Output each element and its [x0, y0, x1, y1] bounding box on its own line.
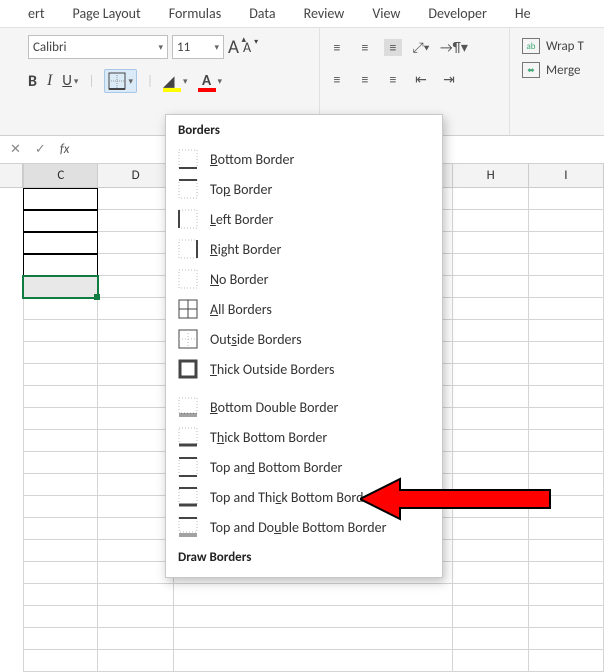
align-middle-icon[interactable]: ≡ [356, 39, 374, 56]
bottom-border-icon [178, 149, 198, 169]
menu-top-and-double-bottom-border[interactable]: Top and Double Bottom Border [166, 512, 442, 542]
chevron-down-icon: ▾ [218, 76, 223, 87]
increase-font-icon[interactable]: A▴ [228, 36, 239, 59]
chevron-down-icon: ▾ [214, 42, 219, 53]
merge-icon: ⬌ [522, 62, 540, 78]
font-size-select[interactable]: 11 ▾ [172, 35, 224, 59]
cancel-icon[interactable]: ✕ [10, 142, 21, 157]
borders-dropdown: Borders Bottom Border Top Border Left Bo… [165, 114, 443, 578]
thick-bottom-border-icon [178, 427, 198, 447]
decrease-font-icon[interactable]: A▾ [243, 39, 251, 56]
bold-button[interactable]: B [28, 72, 37, 91]
borders-icon [108, 72, 126, 90]
menu-top-and-bottom-border[interactable]: Top and Bottom Border [166, 452, 442, 482]
show-formatting-icon[interactable]: →¶▾ [440, 39, 458, 56]
draw-borders-section-title: Draw Borders [166, 542, 442, 571]
font-size-value: 11 [177, 40, 190, 55]
wrap-merge-group: ab Wrap T ⬌ Merge [510, 28, 592, 135]
col-header-D[interactable]: D [98, 164, 173, 187]
fill-color-icon: ◢ [163, 72, 181, 90]
align-top-icon[interactable]: ≡ [328, 39, 346, 56]
borders-section-title: Borders [166, 115, 442, 144]
wrap-text-button[interactable]: ab Wrap T [522, 38, 584, 54]
top-thick-bottom-border-icon [178, 487, 198, 507]
menu-bottom-border[interactable]: Bottom Border [166, 144, 442, 174]
chevron-down-icon: ▾ [74, 76, 79, 87]
align-right-icon[interactable]: ≡ [384, 71, 402, 88]
tab-review[interactable]: Review [304, 5, 345, 22]
underline-button[interactable]: U ▾ [62, 72, 78, 90]
col-header-C[interactable]: C [23, 164, 98, 187]
no-border-icon [178, 269, 198, 289]
menu-all-borders[interactable]: All Borders [166, 294, 442, 324]
align-bottom-icon[interactable]: ≡ [384, 39, 402, 56]
font-color-button[interactable]: A ▾ [198, 72, 223, 90]
col-header-I[interactable]: I [529, 164, 604, 187]
fx-icon[interactable]: fx [60, 142, 70, 157]
tab-view[interactable]: View [372, 5, 400, 22]
increase-indent-icon[interactable]: ⇥ [440, 71, 458, 88]
tab-data[interactable]: Data [249, 5, 275, 22]
font-name-value: Calibri [33, 40, 66, 55]
chevron-down-icon: ▾ [158, 42, 163, 53]
right-border-icon [178, 239, 198, 259]
menu-top-and-thick-bottom-border[interactable]: Top and Thick Bottom Border [166, 482, 442, 512]
menu-no-border[interactable]: No Border [166, 264, 442, 294]
all-borders-icon [178, 299, 198, 319]
thick-outside-borders-icon [178, 359, 198, 379]
top-double-bottom-border-icon [178, 517, 198, 537]
menu-outside-borders[interactable]: Outside Borders [166, 324, 442, 354]
chevron-down-icon: ▾ [128, 76, 133, 87]
align-center-icon[interactable]: ≡ [356, 71, 374, 88]
tab-developer[interactable]: Developer [428, 5, 486, 22]
tab-page-layout[interactable]: Page Layout [73, 5, 141, 22]
tab-formulas[interactable]: Formulas [169, 5, 221, 22]
tab-insert[interactable]: ert [28, 5, 45, 22]
align-left-icon[interactable]: ≡ [328, 71, 346, 88]
enter-icon[interactable]: ✓ [35, 142, 46, 157]
top-border-icon [178, 179, 198, 199]
wrap-text-icon: ab [522, 38, 540, 54]
borders-button[interactable]: ▾ [104, 69, 137, 93]
orientation-icon[interactable]: ⤢▾ [412, 39, 430, 56]
fill-color-button[interactable]: ◢ ▾ [163, 72, 188, 90]
font-name-select[interactable]: Calibri ▾ [28, 35, 168, 59]
menu-top-border[interactable]: Top Border [166, 174, 442, 204]
menu-left-border[interactable]: Left Border [166, 204, 442, 234]
menu-thick-bottom-border[interactable]: Thick Bottom Border [166, 422, 442, 452]
ribbon-tabs: ert Page Layout Formulas Data Review Vie… [0, 0, 604, 28]
font-color-icon: A [198, 72, 216, 90]
top-bottom-border-icon [178, 457, 198, 477]
left-border-icon [178, 209, 198, 229]
menu-right-border[interactable]: Right Border [166, 234, 442, 264]
merge-button[interactable]: ⬌ Merge [522, 62, 584, 78]
bottom-double-border-icon [178, 397, 198, 417]
menu-thick-outside-borders[interactable]: Thick Outside Borders [166, 354, 442, 384]
chevron-down-icon: ▾ [183, 76, 188, 87]
italic-button[interactable]: I [47, 72, 52, 90]
outside-borders-icon [178, 329, 198, 349]
tab-help[interactable]: He [515, 5, 531, 22]
decrease-indent-icon[interactable]: ⇤ [412, 71, 430, 88]
menu-bottom-double-border[interactable]: Bottom Double Border [166, 392, 442, 422]
col-header-H[interactable]: H [453, 164, 528, 187]
